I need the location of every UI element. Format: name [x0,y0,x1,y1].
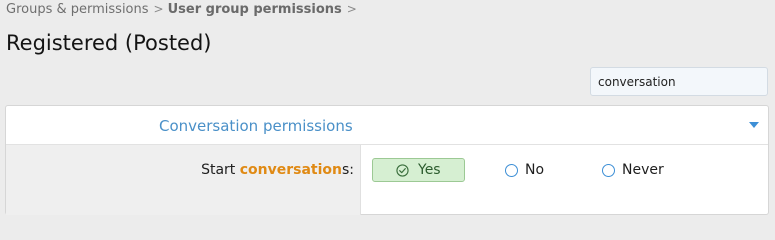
permission-label-prefix: Start [201,162,240,178]
page-title: Registered (Posted) [6,31,212,55]
panel-header-conversation-permissions[interactable]: Conversation permissions [6,106,768,145]
option-no-label: No [525,162,545,178]
option-never[interactable]: Never [602,158,664,182]
option-yes-label: Yes [418,162,441,178]
chevron-right-icon: > [346,2,357,16]
caret-down-icon[interactable] [749,122,759,128]
option-yes[interactable]: Yes [372,158,465,182]
check-circle-icon [396,163,409,177]
permission-row-start-conversations: Start conversations: Yes No Never [6,145,768,215]
option-never-label: Never [622,162,664,178]
option-no[interactable]: No [505,158,544,182]
chevron-right-icon: > [153,2,164,16]
panel-title: Conversation permissions [159,117,353,135]
permission-label: Start conversations: [201,162,354,178]
radio-empty-icon [602,163,615,177]
breadcrumb: Groups & permissions > User group permissi… [6,2,361,17]
radio-empty-icon [505,163,518,177]
breadcrumb-groups-permissions[interactable]: Groups & permissions [6,2,149,17]
breadcrumb-user-group-permissions[interactable]: User group permissions [168,2,342,17]
search-highlight: conversation [239,162,342,178]
permission-label-suffix: s: [341,162,354,178]
row-label-column: Start conversations: [6,145,361,215]
search-input[interactable] [590,67,768,96]
permissions-panel: Conversation permissions Start conversat… [5,105,769,215]
